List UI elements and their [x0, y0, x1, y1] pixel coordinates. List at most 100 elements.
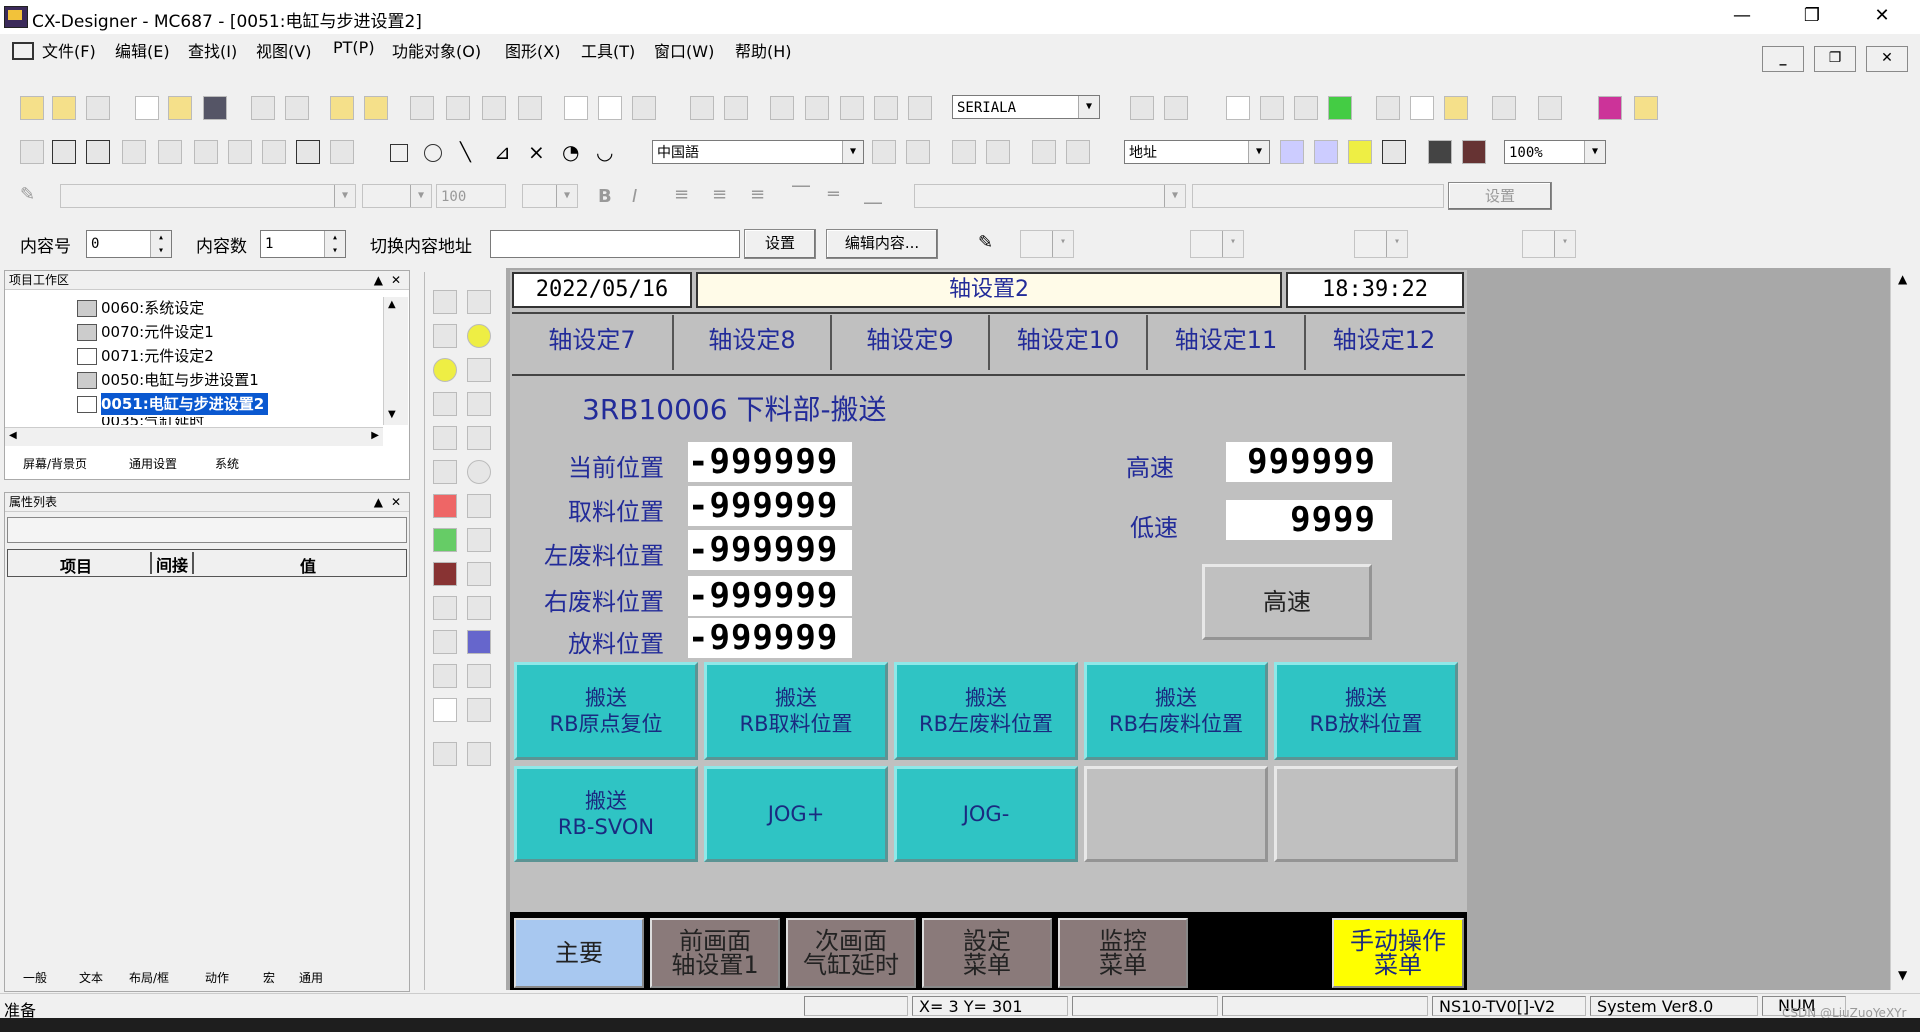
- help-icon[interactable]: [1634, 96, 1658, 120]
- frame-icon[interactable]: [122, 140, 146, 164]
- content-option-select-3[interactable]: ▾: [1522, 230, 1576, 258]
- chart-icon[interactable]: [296, 140, 320, 164]
- menu-view[interactable]: 视图(V): [256, 38, 311, 62]
- grid3-icon[interactable]: [467, 742, 491, 766]
- format-icon[interactable]: [433, 664, 457, 688]
- mf-icon[interactable]: [467, 358, 491, 382]
- rb-left-scrap-button[interactable]: 搬送 RB左废料位置: [894, 662, 1078, 760]
- book-icon[interactable]: [1598, 96, 1622, 120]
- menu-graphics[interactable]: 图形(X): [505, 38, 560, 62]
- bar-graph-icon[interactable]: [433, 494, 457, 518]
- main-button[interactable]: 主要: [514, 918, 644, 988]
- cmd-icon[interactable]: [433, 324, 457, 348]
- line-icon[interactable]: ╲: [460, 142, 471, 163]
- alarm-icon[interactable]: [433, 562, 457, 586]
- tab-axis-10[interactable]: 轴设定10: [990, 315, 1148, 370]
- frame-prev-icon[interactable]: [1032, 140, 1056, 164]
- switch-addr-input[interactable]: [490, 230, 740, 258]
- spinner-icon[interactable]: ▴ ▾: [150, 231, 171, 257]
- align-center-icon[interactable]: ≡: [712, 184, 727, 205]
- empty-button-2[interactable]: [1274, 766, 1458, 862]
- font-style-select[interactable]: ▼: [362, 184, 432, 208]
- menu-help[interactable]: 帮助(H): [735, 38, 792, 62]
- new-icon[interactable]: [135, 96, 159, 120]
- trend-icon[interactable]: [467, 494, 491, 518]
- jog-minus-button[interactable]: JOG-: [894, 766, 1078, 862]
- grid-dark-icon[interactable]: [1428, 140, 1452, 164]
- open-icon[interactable]: [168, 96, 192, 120]
- prev-screen-button[interactable]: 前画面 轴设置1: [650, 918, 780, 988]
- pb-icon[interactable]: [433, 290, 457, 314]
- tab-common-settings[interactable]: 通用设置: [129, 455, 177, 472]
- manual-operation-menu-button[interactable]: 手动操作 菜单: [1332, 918, 1464, 988]
- tab-macro[interactable]: 宏: [263, 969, 275, 986]
- palette-icon[interactable]: [158, 140, 182, 164]
- window2-icon[interactable]: [228, 140, 252, 164]
- database-icon[interactable]: [1328, 96, 1352, 120]
- check-icon[interactable]: [1226, 96, 1250, 120]
- w2-icon[interactable]: [433, 358, 457, 382]
- csv-export-icon[interactable]: [364, 96, 388, 120]
- tree-hscrollbar[interactable]: ◀ ▶: [5, 427, 383, 446]
- format-set-button[interactable]: 设置: [1448, 182, 1552, 210]
- tab-general[interactable]: 一般: [23, 969, 47, 986]
- valign-top-icon[interactable]: ⎺: [792, 184, 810, 205]
- jog-plus-button[interactable]: JOG+: [704, 766, 888, 862]
- pin-icon[interactable]: ▲: [374, 493, 383, 511]
- menu-pt[interactable]: PT(P): [333, 38, 375, 57]
- edit-content-button[interactable]: 编辑内容...: [826, 229, 938, 259]
- tree-item-0050[interactable]: 0050:电缸与步进设置1: [77, 369, 259, 391]
- fpt-icon[interactable]: [1492, 96, 1516, 120]
- columns-icon[interactable]: [467, 630, 491, 654]
- text-icon[interactable]: [467, 392, 491, 416]
- page-prev-icon[interactable]: [952, 140, 976, 164]
- panel-close-icon[interactable]: ✕: [391, 271, 401, 289]
- display-select[interactable]: 地址 ▼: [1124, 140, 1270, 164]
- preview-icon[interactable]: [598, 96, 622, 120]
- tool-icon[interactable]: [1376, 96, 1400, 120]
- transfer-icon[interactable]: [410, 96, 434, 120]
- menu-find[interactable]: 查找(I): [188, 38, 237, 62]
- scroll-up-icon[interactable]: ▲: [388, 299, 396, 310]
- tab-action[interactable]: 动作: [205, 969, 229, 986]
- mdi-close-button[interactable]: ✕: [1866, 46, 1908, 72]
- list-selector-icon[interactable]: [433, 630, 457, 654]
- format-select[interactable]: ▼: [914, 184, 1186, 208]
- image-icon[interactable]: [194, 140, 218, 164]
- edit-icon[interactable]: [251, 96, 275, 120]
- bitmap-icon[interactable]: [433, 426, 457, 450]
- broken-line-icon[interactable]: [467, 528, 491, 552]
- align-right-icon[interactable]: ≡: [750, 184, 765, 205]
- polyline-icon[interactable]: ⊿: [494, 140, 511, 164]
- menu-edit[interactable]: 编辑(E): [115, 38, 170, 62]
- value-high-speed[interactable]: 999999: [1226, 442, 1392, 482]
- scroll-up-icon[interactable]: ▲: [1898, 272, 1907, 286]
- transfer2-icon[interactable]: [446, 96, 470, 120]
- menu-file[interactable]: 文件(F): [42, 38, 96, 62]
- next-screen-button[interactable]: 次画面 气缸延时: [786, 918, 916, 988]
- rb-home-button[interactable]: 搬送 RB原点复位: [514, 662, 698, 760]
- sector-icon[interactable]: ◔: [562, 140, 579, 164]
- window-icon[interactable]: [52, 140, 76, 164]
- doc-check-icon[interactable]: [1410, 96, 1434, 120]
- tab-axis-12[interactable]: 轴设定12: [1306, 315, 1462, 370]
- layout-icon[interactable]: [20, 140, 44, 164]
- menu-tools[interactable]: 工具(T): [581, 38, 635, 62]
- transfer4-icon[interactable]: [518, 96, 542, 120]
- cut-icon[interactable]: [770, 96, 794, 120]
- empty-button-1[interactable]: [1084, 766, 1268, 862]
- print-icon[interactable]: [632, 96, 656, 120]
- menu-window[interactable]: 窗口(W): [654, 38, 714, 62]
- scroll-down-icon[interactable]: ▼: [388, 409, 396, 420]
- b-icon[interactable]: [467, 324, 491, 348]
- doc-flow-icon[interactable]: [467, 698, 491, 722]
- tab-axis-7[interactable]: 轴设定7: [512, 315, 674, 370]
- redo-icon[interactable]: [724, 96, 748, 120]
- tab-system[interactable]: 系统: [215, 455, 239, 472]
- content-set-button[interactable]: 设置: [744, 229, 816, 259]
- address-icon[interactable]: [1280, 140, 1304, 164]
- document-icon[interactable]: [433, 698, 457, 722]
- close-button[interactable]: ✕: [1852, 0, 1912, 34]
- tree-item-0071[interactable]: 0071:元件设定2: [77, 345, 214, 367]
- content-option-select-1[interactable]: ▾: [1190, 230, 1244, 258]
